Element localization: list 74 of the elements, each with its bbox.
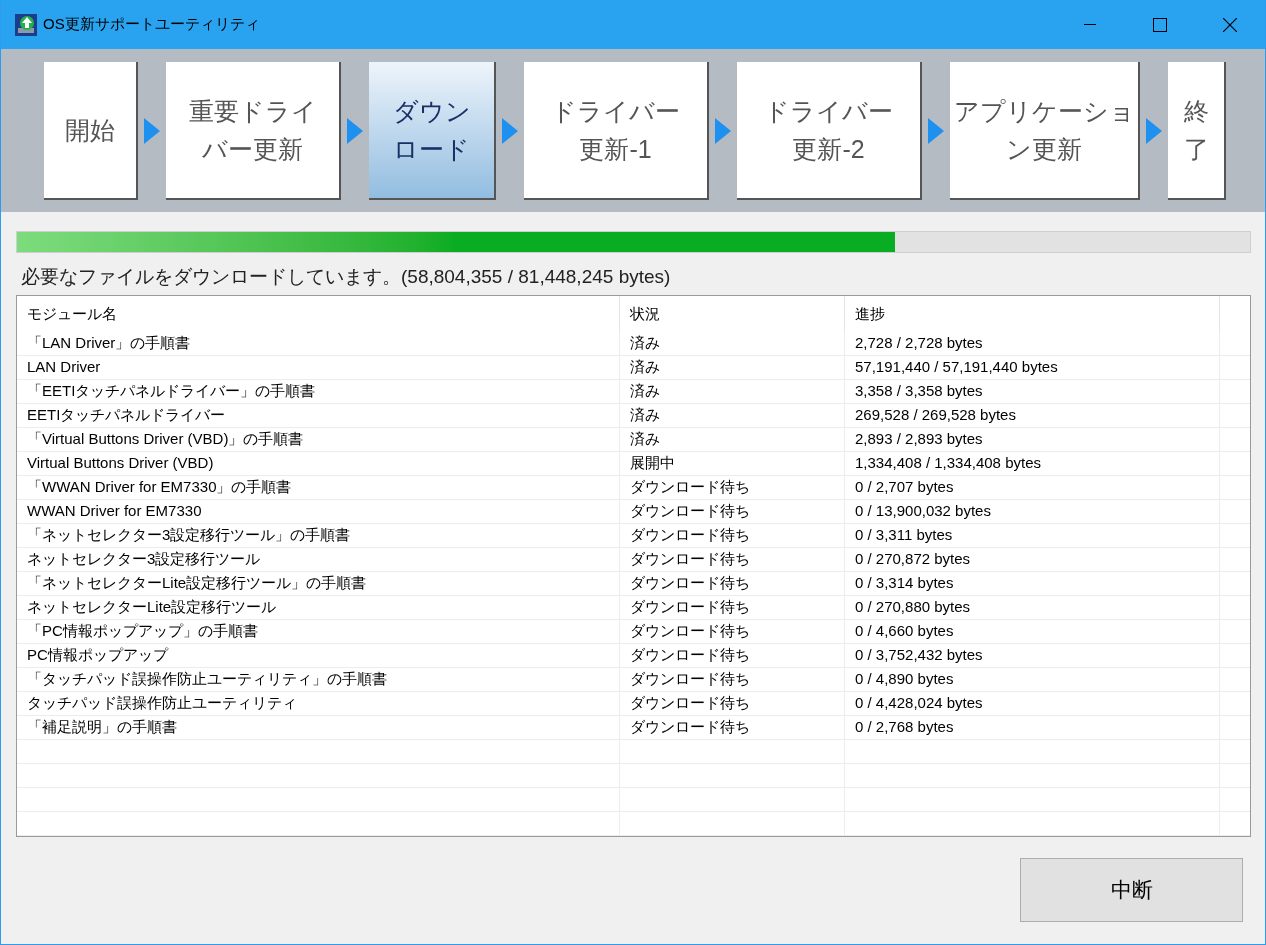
table-cell: ダウンロード待ち (620, 620, 845, 643)
table-cell: 済み (620, 356, 845, 379)
table-cell: 2,893 / 2,893 bytes (845, 428, 1220, 451)
column-header[interactable]: モジュール名 (17, 296, 620, 332)
table-cell: 「Virtual Buttons Driver (VBD)」の手順書 (17, 428, 620, 451)
table-cell: Virtual Buttons Driver (VBD) (17, 452, 620, 475)
table-cell: 0 / 4,890 bytes (845, 668, 1220, 691)
table-cell: ダウンロード待ち (620, 596, 845, 619)
table-cell: 「EETIタッチパネルドライバー」の手順書 (17, 380, 620, 403)
table-cell: 「WWAN Driver for EM7330」の手順書 (17, 476, 620, 499)
step-tab[interactable]: ドライバー更新-2 (737, 61, 922, 200)
table-cell: 3,358 / 3,358 bytes (845, 380, 1220, 403)
table-cell: 「補足説明」の手順書 (17, 716, 620, 739)
step-arrow-icon (1146, 117, 1162, 144)
table-cell: 済み (620, 428, 845, 451)
minimize-icon (1084, 23, 1096, 26)
table-cell: 展開中 (620, 452, 845, 475)
table-cell: WWAN Driver for EM7330 (17, 500, 620, 523)
table-cell: 1,334,408 / 1,334,408 bytes (845, 452, 1220, 475)
table-cell: 済み (620, 332, 845, 355)
table-cell: ダウンロード待ち (620, 548, 845, 571)
table-cell: ダウンロード待ち (620, 716, 845, 739)
table-cell: 2,728 / 2,728 bytes (845, 332, 1220, 355)
table-cell: ダウンロード待ち (620, 668, 845, 691)
table-cell: 「ネットセレクターLite設定移行ツール」の手順書 (17, 572, 620, 595)
close-icon (1223, 17, 1237, 32)
app-icon (15, 13, 37, 36)
step-tab[interactable]: ドライバー更新-1 (524, 61, 709, 200)
table-cell: 0 / 2,768 bytes (845, 716, 1220, 739)
table-cell: 0 / 270,880 bytes (845, 596, 1220, 619)
step-arrow-icon (347, 117, 363, 144)
step-tab[interactable]: ダウンロード (369, 61, 496, 200)
step-tab[interactable]: 終了 (1168, 61, 1226, 200)
step-tab[interactable]: アプリケーション更新 (950, 61, 1140, 200)
step-tab[interactable]: 開始 (44, 61, 138, 200)
table-cell: LAN Driver (17, 356, 620, 379)
table-cell: ネットセレクターLite設定移行ツール (17, 596, 620, 619)
step-arrow-icon (144, 117, 160, 144)
table-cell: ダウンロード待ち (620, 500, 845, 523)
table-cell: ダウンロード待ち (620, 692, 845, 715)
table-cell: 57,191,440 / 57,191,440 bytes (845, 356, 1220, 379)
table-cell: 0 / 2,707 bytes (845, 476, 1220, 499)
table-cell: 0 / 3,752,432 bytes (845, 644, 1220, 667)
table-cell: 0 / 3,311 bytes (845, 524, 1220, 547)
table-cell: 「タッチパッド誤操作防止ユーティリティ」の手順書 (17, 668, 620, 691)
table-cell: ダウンロード待ち (620, 476, 845, 499)
table-cell: タッチパッド誤操作防止ユーティリティ (17, 692, 620, 715)
table-cell: 済み (620, 380, 845, 403)
table-cell: 「LAN Driver」の手順書 (17, 332, 620, 355)
table-cell: 「ネットセレクター3設定移行ツール」の手順書 (17, 524, 620, 547)
table-cell: 「PC情報ポップアップ」の手順書 (17, 620, 620, 643)
table-cell: 済み (620, 404, 845, 427)
table-cell: 0 / 4,660 bytes (845, 620, 1220, 643)
table-cell: ネットセレクター3設定移行ツール (17, 548, 620, 571)
column-header[interactable]: 状況 (620, 296, 845, 332)
table-cell: 0 / 3,314 bytes (845, 572, 1220, 595)
progress-message: 必要なファイルをダウンロードしています。(58,804,355 / 81,448,245 bytes) (20, 264, 672, 289)
maximize-icon (1153, 17, 1167, 32)
table-cell: 0 / 13,900,032 bytes (845, 500, 1220, 523)
window-title: OS更新サポートユーティリティ (43, 14, 260, 35)
abort-button[interactable]: 中断 (1020, 858, 1243, 922)
column-header[interactable]: 進捗 (845, 296, 1220, 332)
step-arrow-icon (502, 117, 518, 144)
table-cell: 0 / 4,428,024 bytes (845, 692, 1220, 715)
table-cell: 269,528 / 269,528 bytes (845, 404, 1220, 427)
table-cell: 0 / 270,872 bytes (845, 548, 1220, 571)
table-cell: ダウンロード待ち (620, 644, 845, 667)
table-cell: PC情報ポップアップ (17, 644, 620, 667)
table-cell: ダウンロード待ち (620, 524, 845, 547)
step-arrow-icon (928, 117, 944, 144)
step-arrow-icon (715, 117, 731, 144)
step-tab[interactable]: 重要ドライバー更新 (166, 61, 341, 200)
table-cell: ダウンロード待ち (620, 572, 845, 595)
table-cell: EETIタッチパネルドライバー (17, 404, 620, 427)
